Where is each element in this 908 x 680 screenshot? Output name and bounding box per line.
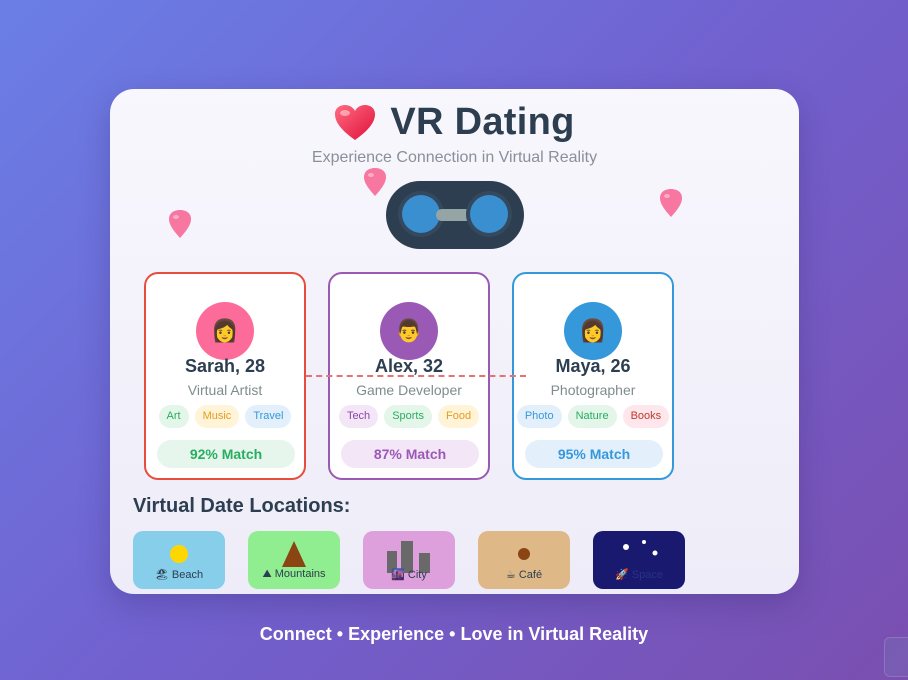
- floating-heart-icon: [660, 189, 682, 217]
- location-label: ☕ Café: [505, 569, 543, 581]
- sun-icon: [170, 545, 188, 563]
- interest-tag: Photo: [516, 405, 562, 428]
- location-city[interactable]: 🌆 City: [363, 531, 455, 589]
- interest-tags: Art Music Travel: [146, 405, 304, 428]
- coffee-icon: [518, 548, 530, 560]
- stars-icon: [623, 540, 658, 556]
- floating-heart-icon: [364, 168, 386, 196]
- interest-tag: Tech: [338, 405, 379, 428]
- floating-heart-icon: [169, 210, 191, 238]
- avatar: 👨: [380, 302, 438, 360]
- location-label: 🌆 City: [391, 569, 427, 581]
- profile-card-maya[interactable]: 👩 Maya, 26 Photographer Photo Nature Boo…: [512, 272, 674, 480]
- left-lens: [402, 195, 440, 233]
- headset-bridge: [436, 209, 472, 221]
- connection-line: [306, 375, 526, 377]
- interest-tag: Sports: [384, 405, 432, 428]
- location-cafe[interactable]: ☕ Café: [478, 531, 570, 589]
- match-badge: 92% Match: [157, 440, 295, 468]
- right-lens: [470, 195, 508, 233]
- location-label: 🚀 Space: [615, 569, 663, 581]
- profile-card-sarah[interactable]: 👩 Sarah, 28 Virtual Artist Art Music Tra…: [144, 272, 306, 480]
- location-label: ⛰ Mountains: [262, 568, 326, 580]
- avatar: 👩: [196, 302, 254, 360]
- header: VR Dating: [110, 101, 799, 144]
- match-badge: 87% Match: [341, 440, 479, 468]
- interest-tag: Nature: [567, 405, 617, 428]
- interest-tag: Books: [622, 405, 670, 428]
- mountain-icon: [282, 541, 306, 567]
- profile-name: Sarah, 28: [184, 356, 266, 376]
- interest-tags: Tech Sports Food: [330, 405, 488, 428]
- locations-heading: Virtual Date Locations:: [133, 495, 351, 517]
- footer-tagline: Connect • Experience • Love in Virtual R…: [259, 624, 649, 644]
- interest-tag: Music: [194, 405, 240, 428]
- profile-role: Virtual Artist: [187, 382, 263, 398]
- corner-widget[interactable]: [884, 637, 908, 677]
- location-label: 🏖 Beach: [154, 569, 204, 581]
- interest-tag: Food: [437, 405, 480, 428]
- page-subtitle: Experience Connection in Virtual Reality: [311, 149, 598, 166]
- heart-icon: [335, 104, 376, 140]
- profile-name: Alex, 32: [374, 356, 444, 376]
- location-beach[interactable]: 🏖 Beach: [133, 531, 225, 589]
- interest-tag: Travel: [245, 405, 292, 428]
- match-badge: 95% Match: [525, 440, 663, 468]
- interest-tags: Photo Nature Books: [514, 405, 672, 428]
- avatar: 👩: [564, 302, 622, 360]
- main-card: VR Dating Experience Connection in Virtu…: [110, 89, 799, 594]
- location-space[interactable]: 🚀 Space: [593, 531, 685, 589]
- profile-role: Game Developer: [356, 382, 462, 398]
- profile-role: Photographer: [550, 382, 636, 398]
- interest-tag: Art: [158, 405, 189, 428]
- location-mountains[interactable]: ⛰ Mountains: [248, 531, 340, 589]
- profile-name: Maya, 26: [555, 356, 631, 376]
- vr-headset-icon: [386, 181, 524, 249]
- page-title: VR Dating: [390, 101, 575, 143]
